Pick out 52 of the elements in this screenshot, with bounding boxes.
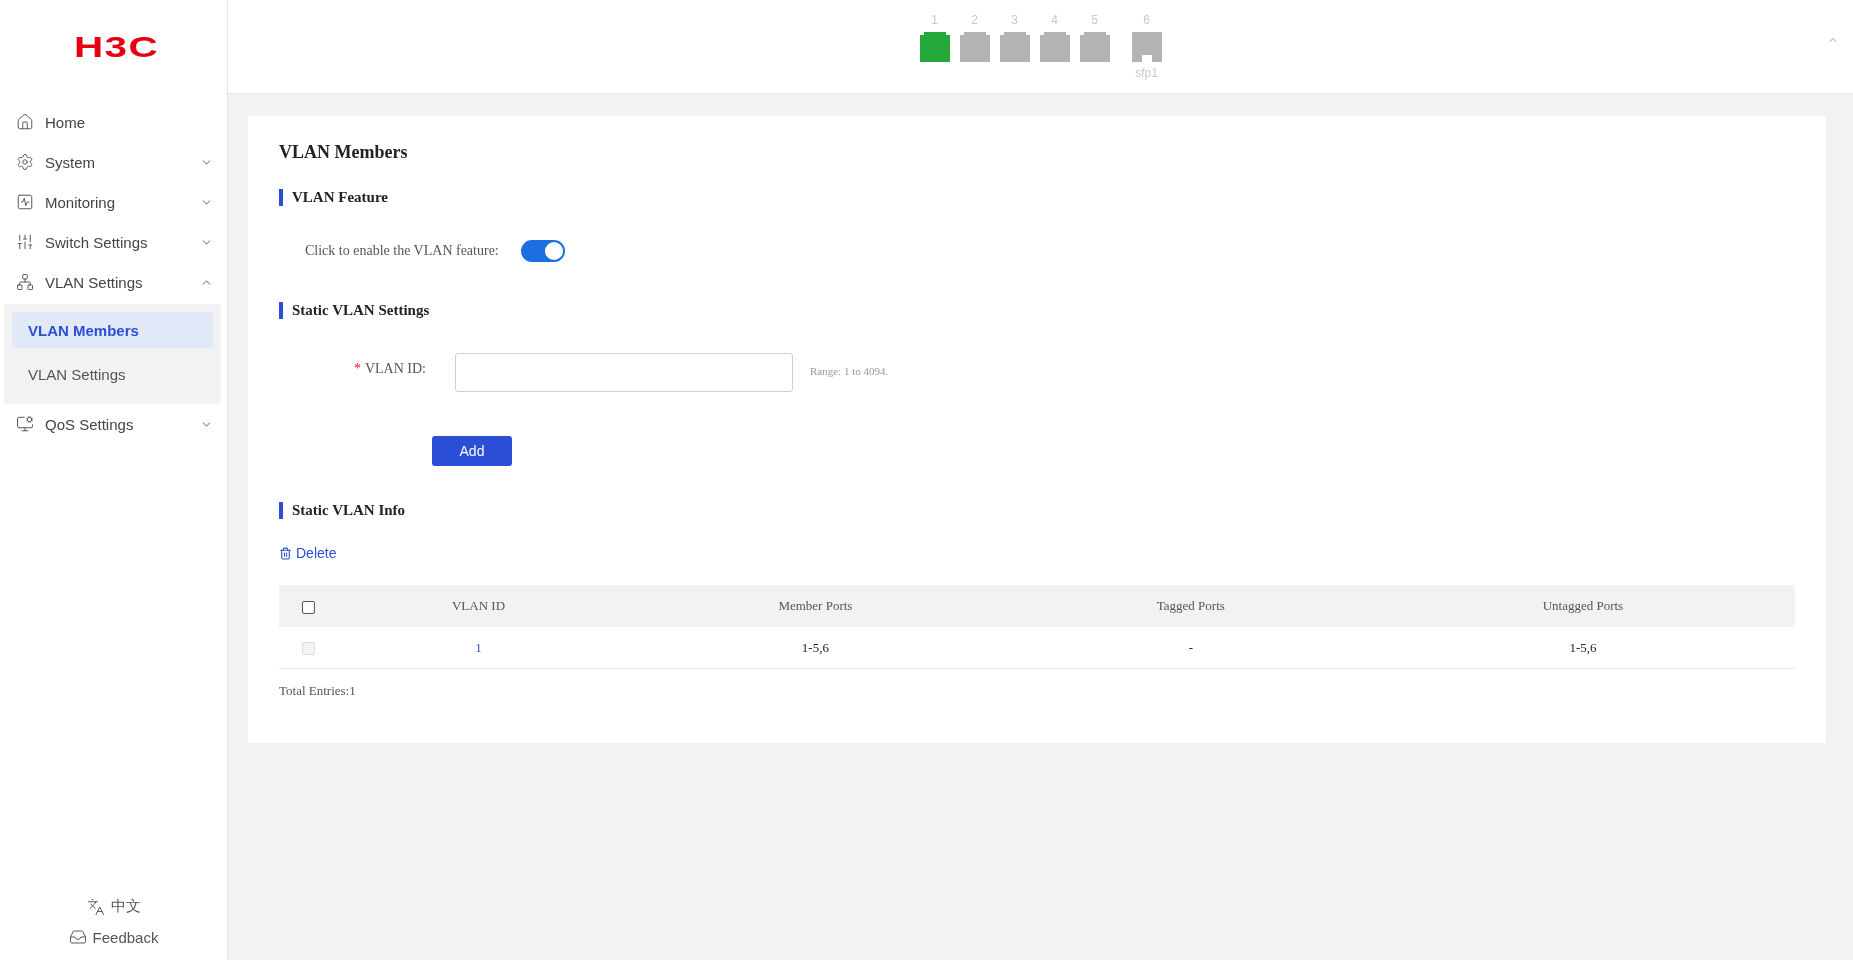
vlan-id-field[interactable] — [455, 353, 793, 392]
table-cell: 1-5,6 — [620, 627, 1011, 669]
ethernet-port-icon[interactable] — [959, 32, 990, 62]
sidebar-item-label: VLAN Settings — [45, 273, 144, 291]
sidebar-item-label: Switch Settings — [45, 233, 149, 251]
sidebar-item-label: QoS Settings — [45, 415, 135, 433]
feedback-link[interactable]: Feedback — [66, 926, 161, 948]
sidebar-item[interactable]: Home — [0, 102, 227, 142]
sidebar-item[interactable]: QoS Settings — [0, 404, 227, 444]
language-link[interactable]: 中文 — [84, 895, 143, 918]
section-heading: Static VLAN Settings — [279, 302, 1795, 319]
submenu-item[interactable]: VLAN Members — [12, 312, 213, 348]
section-heading: Static VLAN Info — [279, 502, 1795, 519]
column-header: Untagged Ports — [1370, 585, 1795, 627]
sidebar-item-label: Monitoring — [45, 193, 117, 211]
brand-logo: H3C — [73, 30, 160, 64]
trash-icon — [279, 546, 292, 560]
select-all-checkbox[interactable] — [301, 600, 315, 614]
total-entries: Total Entries:1 — [279, 683, 357, 699]
inbox-icon — [68, 928, 87, 946]
menu-icon — [16, 113, 34, 131]
language-icon — [86, 897, 105, 916]
table-cell: - — [1010, 627, 1371, 669]
menu-icon — [16, 193, 34, 211]
column-header: Tagged Ports — [1010, 585, 1371, 627]
range-hint: Range: 1 to 4094. — [810, 365, 889, 377]
ethernet-port-icon[interactable] — [1039, 32, 1070, 62]
menu-icon — [16, 153, 34, 171]
column-header: VLAN ID — [337, 585, 621, 627]
field-label: * VLAN ID: — [352, 361, 426, 377]
menu-icon — [16, 415, 34, 433]
table-cell: 1-5,6 — [1370, 627, 1795, 669]
menu-icon — [16, 233, 34, 251]
sidebar-item[interactable]: Monitoring — [0, 182, 227, 222]
sfp-port-icon[interactable] — [1131, 32, 1162, 62]
add-button[interactable]: Add — [432, 436, 512, 466]
submenu-item[interactable]: VLAN Settings — [12, 356, 213, 392]
ethernet-port-icon[interactable] — [919, 32, 950, 62]
sidebar-item-label: System — [45, 153, 96, 171]
vlan-toggle[interactable] — [520, 240, 565, 262]
sidebar-item[interactable]: VLAN Settings — [0, 262, 227, 302]
section-heading: VLAN Feature — [279, 189, 1795, 206]
sidebar-item[interactable]: System — [0, 142, 227, 182]
ethernet-port-icon[interactable] — [999, 32, 1030, 62]
sidebar-item-label: Home — [45, 113, 86, 131]
toggle-label: Click to enable the VLAN feature: — [305, 243, 499, 259]
column-header: Member Ports — [620, 585, 1011, 627]
sidebar-item[interactable]: Switch Settings — [0, 222, 227, 262]
menu-icon — [16, 273, 34, 291]
ethernet-port-icon[interactable] — [1079, 32, 1110, 62]
page-title: VLAN Members — [279, 142, 409, 163]
delete-button[interactable]: Delete — [279, 545, 337, 561]
